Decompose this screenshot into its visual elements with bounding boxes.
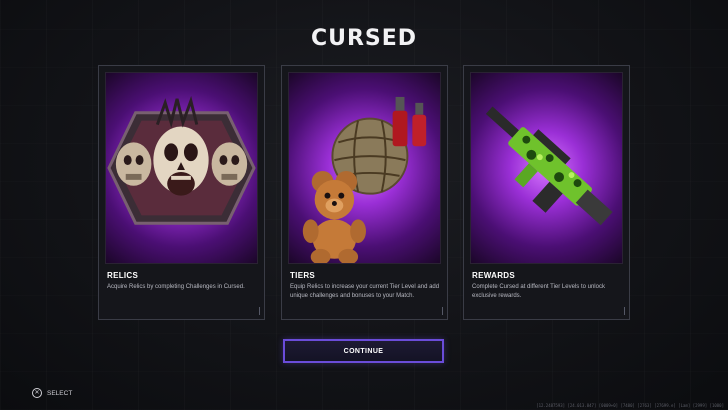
cross-button-icon: ✕	[32, 388, 42, 398]
skull-relic-image	[107, 95, 256, 225]
tiers-label: TIERS	[290, 271, 316, 280]
select-label: SELECT	[47, 389, 73, 397]
rewards-art	[470, 72, 623, 264]
page-title: CURSED	[310, 26, 418, 51]
teddy-bear-orb-image	[302, 96, 427, 263]
tiers-card[interactable]: TIERS Equip Relics to increase your curr…	[281, 65, 448, 320]
tiers-description: Equip Relics to increase your current Ti…	[290, 284, 440, 299]
rewards-card[interactable]: REWARDS Complete Cursed at different Tie…	[463, 65, 630, 320]
build-id-text: [12.2487593] [24.013.847] [0009+0] [7480…	[536, 403, 724, 408]
rewards-description: Complete Cursed at different Tier Levels…	[472, 284, 605, 299]
relics-card[interactable]: RELICS Acquire Relics by completing Chal…	[98, 65, 265, 320]
card-corner-mark	[439, 307, 443, 315]
continue-button[interactable]: CONTINUE	[283, 339, 444, 363]
rewards-label: REWARDS	[472, 271, 515, 280]
card-corner-mark	[256, 307, 260, 315]
relics-art	[105, 72, 258, 264]
camo-rifle-image	[485, 106, 613, 226]
card-corner-mark	[621, 307, 625, 315]
tiers-art	[288, 72, 441, 264]
relics-label: RELICS	[107, 271, 139, 280]
select-prompt[interactable]: ✕ SELECT	[32, 388, 72, 398]
relics-description: Acquire Relics by completing Challenges …	[107, 284, 245, 290]
